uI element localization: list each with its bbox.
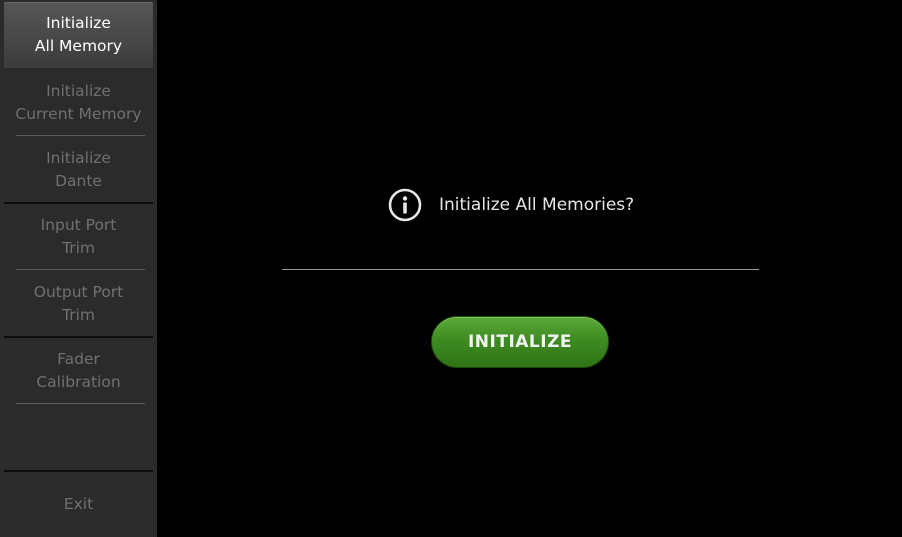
sidebar-item-label: Initialize Current Memory: [15, 82, 142, 123]
sidebar-item-label: Initialize Dante: [46, 149, 111, 190]
confirmation-prompt: Initialize All Memories?: [388, 188, 634, 222]
sidebar-divider: [16, 135, 145, 136]
sidebar-item-label: Output Port Trim: [33, 283, 124, 324]
sidebar-item-initialize-current-memory[interactable]: Initialize Current Memory: [4, 70, 153, 136]
info-circle-icon: [388, 188, 422, 222]
sidebar-item-label: Fader Calibration: [36, 350, 121, 391]
initialize-screen: Initialize All Memory Initialize Current…: [0, 0, 902, 537]
exit-label: Exit: [63, 495, 94, 513]
separator-line: [282, 269, 759, 270]
sidebar-divider: [16, 269, 145, 270]
exit-button[interactable]: Exit: [4, 472, 153, 537]
sidebar-item-label: Initialize All Memory: [34, 14, 123, 55]
sidebar-item-label: Input Port Trim: [40, 216, 117, 257]
initialize-button[interactable]: INITIALIZE: [432, 317, 608, 367]
sidebar-menu: Initialize All Memory Initialize Current…: [0, 0, 157, 537]
initialize-button-label: INITIALIZE: [467, 332, 573, 352]
sidebar-item-initialize-dante[interactable]: Initialize Dante: [4, 137, 153, 203]
sidebar-divider: [16, 403, 145, 404]
sidebar-item-input-port-trim[interactable]: Input Port Trim: [4, 204, 153, 270]
sidebar-item-fader-calibration[interactable]: Fader Calibration: [4, 338, 153, 404]
sidebar-item-initialize-all-memory[interactable]: Initialize All Memory: [4, 2, 153, 68]
prompt-text: Initialize All Memories?: [439, 195, 635, 215]
sidebar-item-output-port-trim[interactable]: Output Port Trim: [4, 271, 153, 337]
